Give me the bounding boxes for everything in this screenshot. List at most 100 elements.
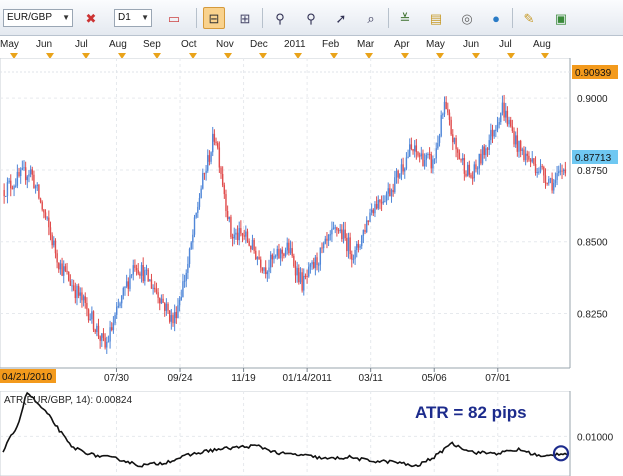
candle-body xyxy=(341,229,343,240)
candle-body xyxy=(316,257,318,265)
candle-body xyxy=(433,158,436,160)
ruler-icon[interactable]: ✎ xyxy=(518,7,540,29)
timeframe-select[interactable]: D1 ▼ xyxy=(114,9,152,27)
candle-body xyxy=(457,149,459,153)
candle-body xyxy=(423,160,426,167)
candle-body xyxy=(447,109,449,113)
candle-body xyxy=(117,305,120,307)
candle-body xyxy=(443,101,446,115)
candle-body xyxy=(291,248,293,256)
price-chart[interactable]: 0.9000 0.8750 0.8500 0.8250 07/30 09/24 11/19… xyxy=(0,58,623,385)
image-icon[interactable]: ▣ xyxy=(550,7,572,29)
candle-body xyxy=(450,119,452,135)
toolbar: EUR/GBP ▼ ✖ D1 ▼ ▭ ⊟ ⊞ ⚲ ⚲ ➚ ⌕ ≚ ▤ ◎ ● ✎… xyxy=(0,0,623,36)
candle-body xyxy=(437,142,439,149)
candle-body xyxy=(137,270,139,274)
candle-body xyxy=(301,272,303,291)
date-tick-label: 07/30 xyxy=(104,373,129,384)
candle-body xyxy=(260,259,262,268)
candle-body xyxy=(102,333,105,338)
candle-body xyxy=(309,264,312,267)
candle-body xyxy=(116,306,118,315)
candle-body xyxy=(529,159,532,162)
candle-body xyxy=(139,273,141,276)
candle-body xyxy=(10,180,12,189)
candle-body xyxy=(106,341,108,348)
candle-body xyxy=(71,285,73,287)
zoom-in-icon[interactable]: ⌕ xyxy=(360,7,382,29)
candle-body xyxy=(125,281,128,287)
line-icon[interactable]: ⊞ xyxy=(234,7,256,29)
candle-body xyxy=(190,242,192,249)
candle-body xyxy=(428,154,431,156)
candle-body xyxy=(526,153,528,156)
candle-body xyxy=(152,287,154,289)
candle-body xyxy=(221,173,224,186)
toolbar-separator xyxy=(262,8,263,28)
candle-body xyxy=(235,232,237,235)
candle-body xyxy=(216,143,219,148)
candle-body xyxy=(170,315,173,322)
price-tick-label: 0.8250 xyxy=(577,309,608,320)
month-label: Nov xyxy=(216,39,234,50)
candle-body xyxy=(468,164,471,175)
candle-body xyxy=(205,170,207,174)
candle-body xyxy=(132,265,134,275)
candle-body xyxy=(356,243,358,251)
candle-body xyxy=(54,240,57,254)
candle-body xyxy=(455,137,457,150)
candle-body xyxy=(304,275,307,277)
candle-body xyxy=(541,166,543,168)
line-study-icon[interactable]: ⚲ xyxy=(269,7,291,29)
candle-body xyxy=(236,232,239,241)
candle-body xyxy=(337,230,340,232)
month-label: Aug xyxy=(109,39,127,50)
candle-body xyxy=(313,262,315,268)
candle-body xyxy=(554,180,557,183)
candle-body xyxy=(486,148,489,150)
globe-icon[interactable]: ● xyxy=(485,7,507,29)
candle-body xyxy=(498,122,500,125)
candle-body xyxy=(149,279,151,282)
candle-body xyxy=(422,153,424,167)
candle-body xyxy=(284,250,287,256)
date-tick-label: 03/11 xyxy=(359,373,384,384)
candle-body xyxy=(352,258,355,260)
candle-body xyxy=(13,185,15,190)
candle-body xyxy=(77,285,80,296)
candle-body xyxy=(3,190,5,197)
candle-body xyxy=(87,309,90,321)
candle-body xyxy=(67,271,70,281)
candle-body xyxy=(210,152,212,162)
properties-icon[interactable]: ▤ xyxy=(425,7,447,29)
candle-body xyxy=(51,234,53,246)
candle-body xyxy=(361,235,363,247)
candle-body xyxy=(91,311,93,320)
candle-body xyxy=(528,155,530,160)
candle-body xyxy=(159,297,161,304)
candle-body xyxy=(293,255,295,267)
bar-chart-icon[interactable]: ▭ xyxy=(163,7,185,29)
zoom-icon[interactable]: ⚲ xyxy=(300,7,322,29)
indicator-icon[interactable]: ◎ xyxy=(456,7,478,29)
candle-body xyxy=(380,202,383,204)
candle-body xyxy=(519,140,522,151)
candle-body xyxy=(183,280,186,282)
candle-body xyxy=(536,172,538,174)
symbol-select[interactable]: EUR/GBP ▼ xyxy=(3,9,73,27)
arrow-icon[interactable]: ➚ xyxy=(330,7,352,29)
candlestick-icon[interactable]: ⊟ xyxy=(203,7,225,29)
candle-body xyxy=(288,242,290,254)
fibonacci-icon[interactable]: ≚ xyxy=(394,7,416,29)
candle-body xyxy=(215,141,217,144)
crosshair-icon[interactable]: ✖ xyxy=(80,7,102,29)
atr-chart[interactable]: ATR(EUR/GBP, 14): 0.00824 ATR = 82 pips … xyxy=(0,391,623,476)
candle-body xyxy=(559,170,562,172)
candle-body xyxy=(31,169,33,175)
candle-body xyxy=(69,280,72,286)
candle-body xyxy=(544,175,547,183)
candle-body xyxy=(462,158,464,161)
candle-body xyxy=(357,243,360,248)
candle-body xyxy=(28,174,30,177)
candle-body xyxy=(561,170,563,172)
